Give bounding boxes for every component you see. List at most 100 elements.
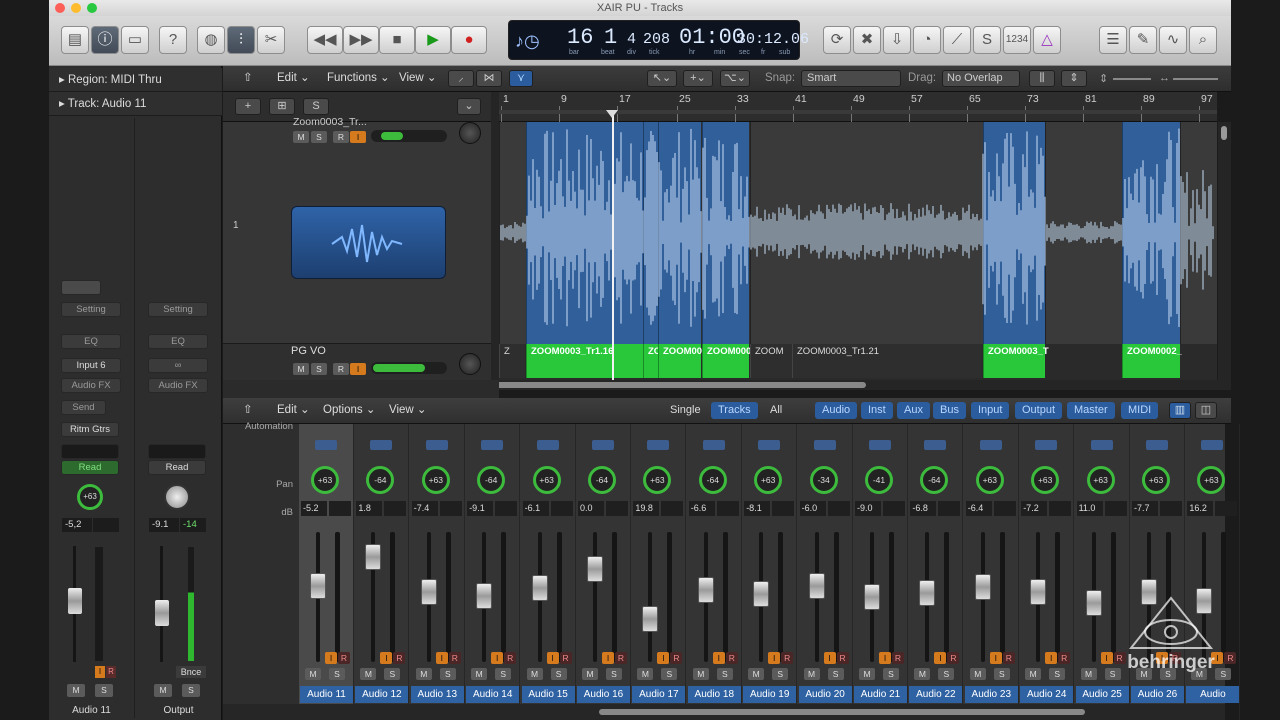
output-balance-knob[interactable] xyxy=(164,484,190,510)
mixer-hscroll-thumb[interactable] xyxy=(599,709,1085,715)
eq-thumbnail[interactable] xyxy=(425,440,448,450)
forward-button[interactable]: ▶▶ xyxy=(343,26,379,54)
inspector-fader-cap[interactable] xyxy=(68,588,82,614)
vertical-zoom-button[interactable]: ⇕ xyxy=(1061,70,1087,87)
notepad-button[interactable]: ✎ xyxy=(1129,26,1157,54)
automation-read-button[interactable]: Read xyxy=(61,460,119,475)
track-header-row[interactable]: Zoom0003_Tr... M S R I 1 xyxy=(223,116,491,344)
track-inspector-row[interactable]: ▸ Track: Audio 11 xyxy=(49,92,222,116)
record-enable-button[interactable]: R xyxy=(725,652,738,664)
lcd-display[interactable]: ♪◷ 16 1 4 208 01:00 30:12.06 bar beat di… xyxy=(508,20,809,60)
bounce-button[interactable]: Bnce xyxy=(176,666,206,678)
record-enable-button[interactable]: R xyxy=(615,652,627,664)
type-aux[interactable]: Aux xyxy=(897,402,930,419)
fader-cap[interactable] xyxy=(753,581,770,607)
editors-button[interactable]: ✂ xyxy=(257,26,285,54)
output-setting-button[interactable]: Setting xyxy=(148,302,208,317)
input-monitor-button[interactable]: I xyxy=(1100,652,1113,664)
region-lane[interactable]: Z ZOOM0003_Tr1.16 ZC ZOOM00 ZOOM000 ZOOM ZOOM0… xyxy=(499,344,1217,380)
mute-button[interactable]: M xyxy=(637,668,654,680)
playhead[interactable] xyxy=(612,114,614,380)
metronome-button[interactable]: △ xyxy=(1033,26,1061,54)
mixer-back-icon[interactable]: ⇧ xyxy=(235,402,261,419)
eq-thumbnail[interactable] xyxy=(370,440,393,450)
solo-button[interactable]: S xyxy=(973,26,1001,54)
empty-slot[interactable] xyxy=(61,444,119,459)
solo-button[interactable]: S xyxy=(772,668,789,680)
record-enable-button[interactable]: R xyxy=(1224,652,1237,664)
fader-cap[interactable] xyxy=(365,544,382,570)
mixer-options-menu[interactable]: Options ⌄ xyxy=(315,402,383,419)
inspector-solo-button[interactable]: S xyxy=(95,684,113,697)
solo-button[interactable]: S xyxy=(938,668,955,680)
inspector-button[interactable]: ⓘ xyxy=(91,26,119,54)
replace-button[interactable]: ✖ xyxy=(853,26,881,54)
eq-thumbnail[interactable] xyxy=(1201,440,1224,450)
eq-thumbnail[interactable] xyxy=(702,440,725,450)
loop-browser-button[interactable]: ∿ xyxy=(1159,26,1187,54)
record-enable-button[interactable]: R xyxy=(947,652,960,664)
track-mute-button[interactable]: M xyxy=(293,131,309,143)
arrange-vscroll-thumb[interactable] xyxy=(1221,126,1227,140)
channel-name[interactable]: Audio 19 xyxy=(743,686,797,703)
input-monitor-button[interactable]: I xyxy=(95,666,105,678)
gain-slot[interactable] xyxy=(61,280,101,295)
solo-button[interactable]: S xyxy=(550,668,567,680)
channel-name[interactable]: Audio 14 xyxy=(466,686,520,703)
header-splitter[interactable] xyxy=(491,92,499,380)
input-monitor-button[interactable]: I xyxy=(712,652,725,664)
eq-thumbnail[interactable] xyxy=(1090,440,1113,450)
snap-select[interactable]: Smart xyxy=(801,70,901,87)
output-fader-cap[interactable] xyxy=(155,600,169,626)
pan-knob[interactable]: +63 xyxy=(754,466,783,494)
eq-thumbnail[interactable] xyxy=(869,440,891,450)
input-monitor-button[interactable]: I xyxy=(823,652,836,664)
solo-button[interactable]: S xyxy=(1049,668,1066,680)
record-enable-button[interactable]: R xyxy=(338,652,350,664)
input-monitor-button[interactable]: I xyxy=(879,652,891,664)
tracks-edit-menu[interactable]: Edit ⌄ xyxy=(269,70,318,87)
pan-knob[interactable]: +63 xyxy=(1031,466,1060,494)
pan-knob[interactable]: +63 xyxy=(421,466,450,494)
channel-name[interactable]: Audio 18 xyxy=(687,686,741,703)
stop-button[interactable]: ■ xyxy=(379,26,415,54)
input-monitor-button[interactable]: I xyxy=(546,652,559,664)
region-header[interactable]: ZOOM0003_T xyxy=(983,344,1049,378)
list-editors-button[interactable]: ☰ xyxy=(1099,26,1127,54)
record-enable-button[interactable]: R xyxy=(670,652,683,664)
mute-button[interactable]: M xyxy=(748,668,765,680)
fader-cap[interactable] xyxy=(919,580,936,606)
region-header[interactable]: ZOOM xyxy=(750,344,792,378)
folder-track-button[interactable]: ⊞ xyxy=(269,98,295,115)
play-button[interactable]: ▶ xyxy=(415,26,451,54)
type-master[interactable]: Master xyxy=(1067,402,1115,419)
input-monitor-button[interactable]: I xyxy=(602,652,614,664)
solo-button[interactable]: S xyxy=(439,668,456,680)
mute-button[interactable]: M xyxy=(305,668,321,680)
fader-cap[interactable] xyxy=(310,573,326,599)
record-enable-button[interactable]: R xyxy=(1058,652,1071,664)
pan-knob[interactable]: +63 xyxy=(532,466,561,494)
filter-tracks[interactable]: Tracks xyxy=(711,402,758,419)
minimize-window-button[interactable] xyxy=(71,3,81,13)
input-monitor-button[interactable]: I xyxy=(380,652,393,664)
eq-thumbnail[interactable] xyxy=(647,440,670,450)
track-mute-button[interactable]: M xyxy=(293,363,309,375)
region-header[interactable]: ZOOM000 xyxy=(702,344,751,378)
cycle-button[interactable]: ⟳ xyxy=(823,26,851,54)
fader-cap[interactable] xyxy=(864,584,880,610)
narrow-view-button[interactable]: ◫ xyxy=(1195,402,1217,419)
add-track-button[interactable]: + xyxy=(235,98,261,115)
back-arrow-icon[interactable]: ⇧ xyxy=(235,70,261,87)
mute-button[interactable]: M xyxy=(859,668,875,680)
eq-thumbnail[interactable] xyxy=(1146,440,1168,450)
input-monitor-button[interactable]: I xyxy=(934,652,947,664)
solo-button[interactable]: S xyxy=(827,668,844,680)
input-monitor-button[interactable]: I xyxy=(768,652,781,664)
input-monitor-button[interactable]: I xyxy=(435,652,448,664)
mixer-view-menu[interactable]: View ⌄ xyxy=(381,402,435,419)
region-header[interactable]: ZOOM00 xyxy=(658,344,702,378)
fader-cap[interactable] xyxy=(587,556,603,582)
arrange-vscroll[interactable] xyxy=(1218,122,1231,380)
input-monitor-button[interactable]: I xyxy=(1045,652,1058,664)
